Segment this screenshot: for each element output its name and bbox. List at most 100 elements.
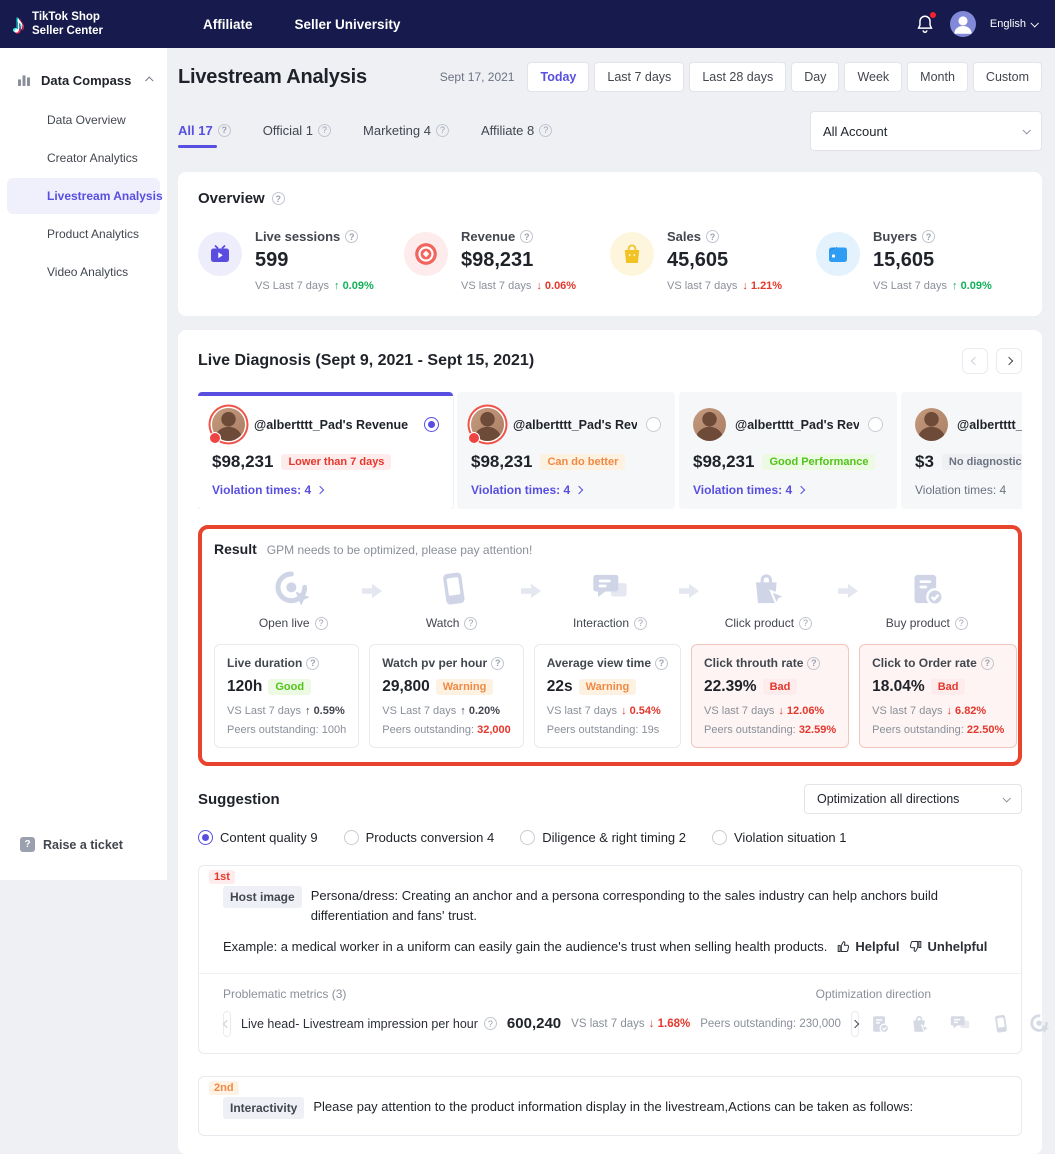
- nav-link-affiliate[interactable]: Affiliate: [203, 17, 253, 32]
- account-select[interactable]: All Account: [810, 111, 1042, 151]
- question-icon[interactable]: ?: [272, 192, 285, 205]
- account-radio[interactable]: [868, 417, 883, 432]
- range-button-last-28-days[interactable]: Last 28 days: [689, 62, 786, 92]
- range-button-last-7-days[interactable]: Last 7 days: [594, 62, 684, 92]
- helpful-button[interactable]: Helpful: [836, 937, 899, 957]
- sidebar-section-data-compass[interactable]: Data Compass: [0, 48, 167, 98]
- tab-marketing[interactable]: Marketing 4 ?: [363, 123, 449, 148]
- top-navbar: ♪ TikTok Shop Seller Center Affiliate Se…: [0, 0, 1055, 48]
- violation-link[interactable]: Violation times: 4: [212, 483, 439, 497]
- question-icon[interactable]: ?: [491, 657, 504, 670]
- status-badge: Good: [268, 679, 311, 695]
- result-subtitle: GPM needs to be optimized, please pay at…: [267, 543, 533, 557]
- question-icon[interactable]: ?: [706, 230, 719, 243]
- diagnosis-account-card-4[interactable]: @albertttt_Pad's Revenue $3 No diagnosti…: [901, 392, 1022, 509]
- question-icon[interactable]: ?: [218, 124, 231, 137]
- change-value: ↑ 0.09%: [334, 280, 374, 292]
- range-button-today[interactable]: Today: [527, 62, 589, 92]
- help-icon: ?: [20, 837, 35, 852]
- sidebar-item-data-overview[interactable]: Data Overview: [7, 102, 160, 138]
- notification-bell-icon[interactable]: [914, 13, 936, 35]
- sidebar-item-product-analytics[interactable]: Product Analytics: [7, 216, 160, 252]
- diagnosis-account-card-2[interactable]: @albertttt_Pad's Revenue $98,231 Can do …: [457, 392, 675, 509]
- range-button-week[interactable]: Week: [844, 62, 902, 92]
- current-date: Sept 17, 2021: [440, 70, 515, 84]
- chevron-down-icon: [1022, 126, 1030, 134]
- tiktok-shop-logo[interactable]: ♪ TikTok Shop Seller Center: [0, 10, 167, 39]
- sales-icon: [610, 232, 654, 276]
- violation-link[interactable]: Violation times: 4: [693, 483, 883, 497]
- question-icon[interactable]: ?: [520, 230, 533, 243]
- chevron-up-icon: [145, 76, 153, 84]
- suggestion-tag: Host image: [223, 886, 302, 908]
- divider: [199, 973, 1021, 974]
- buy-product-icon: [869, 1013, 891, 1035]
- account-revenue: $98,231: [471, 452, 532, 472]
- diagnosis-account-card-1[interactable]: @albertttt_Pad's Revenue $98,231 Lower t…: [198, 392, 453, 509]
- sidebar-item-video-analytics[interactable]: Video Analytics: [7, 254, 160, 290]
- question-icon[interactable]: ?: [955, 617, 968, 630]
- range-button-month[interactable]: Month: [907, 62, 968, 92]
- question-icon[interactable]: ?: [484, 1017, 497, 1030]
- question-icon[interactable]: ?: [539, 124, 552, 137]
- range-button-custom[interactable]: Custom: [973, 62, 1042, 92]
- compare-label: VS Last 7 days: [873, 280, 947, 292]
- user-avatar[interactable]: [950, 11, 976, 37]
- account-radio[interactable]: [646, 417, 661, 432]
- radio-violation-situation[interactable]: Violation situation 1: [712, 830, 847, 845]
- compare-label: VS last 7 days: [704, 705, 774, 717]
- peers-value: 22.50%: [967, 724, 1004, 736]
- range-button-day[interactable]: Day: [791, 62, 839, 92]
- tab-all[interactable]: All 17 ?: [178, 123, 231, 148]
- question-icon[interactable]: ?: [799, 617, 812, 630]
- metric-next-button[interactable]: [851, 1011, 859, 1037]
- question-icon[interactable]: ?: [436, 124, 449, 137]
- radio-diligence-timing[interactable]: Diligence & right timing 2: [520, 830, 686, 845]
- carousel-prev-button[interactable]: [962, 348, 988, 374]
- change-value: ↑ 0.20%: [460, 705, 500, 717]
- question-icon[interactable]: ?: [634, 617, 647, 630]
- radio-products-conversion[interactable]: Products conversion 4: [344, 830, 495, 845]
- optimization-direction-select[interactable]: Optimization all directions: [804, 784, 1022, 814]
- question-icon[interactable]: ?: [922, 230, 935, 243]
- account-radio-selected[interactable]: [424, 417, 439, 432]
- question-icon[interactable]: ?: [807, 657, 820, 670]
- unhelpful-button[interactable]: Unhelpful: [908, 937, 987, 957]
- question-icon[interactable]: ?: [464, 617, 477, 630]
- change-value: ↓ 12.06%: [778, 705, 824, 717]
- tab-official[interactable]: Official 1 ?: [263, 123, 331, 148]
- question-icon[interactable]: ?: [981, 657, 994, 670]
- metric-label: Click throuth rate: [704, 656, 803, 670]
- tab-affiliate[interactable]: Affiliate 8 ?: [481, 123, 552, 148]
- violation-link[interactable]: Violation times: 4: [471, 483, 661, 497]
- metric-prev-button[interactable]: [223, 1011, 231, 1037]
- funnel-step-click-product: Click product?: [689, 569, 847, 630]
- change-value: ↓ 6.82%: [946, 705, 986, 717]
- nav-link-seller-university[interactable]: Seller University: [295, 17, 401, 32]
- notification-dot: [930, 12, 936, 18]
- question-icon[interactable]: ?: [655, 657, 668, 670]
- interaction-icon: [949, 1013, 971, 1035]
- account-name: @albertttt_Pad's Revenue: [513, 418, 637, 432]
- question-icon[interactable]: ?: [345, 230, 358, 243]
- tab-label: Official 1: [263, 123, 313, 138]
- main-content: Livestream Analysis Sept 17, 2021 Today …: [167, 48, 1055, 969]
- metric-value: 22.39%: [704, 678, 757, 696]
- question-icon[interactable]: ?: [318, 124, 331, 137]
- tab-label: All 17: [178, 123, 213, 138]
- optimization-select-value: Optimization all directions: [817, 792, 959, 806]
- question-icon[interactable]: ?: [306, 657, 319, 670]
- metric-label: Click to Order rate: [872, 656, 977, 670]
- question-icon[interactable]: ?: [315, 617, 328, 630]
- sidebar-item-creator-analytics[interactable]: Creator Analytics: [7, 140, 160, 176]
- sidebar-item-livestream-analysis[interactable]: Livestream Analysis: [7, 178, 160, 214]
- account-select-value: All Account: [823, 124, 887, 139]
- carousel-next-button[interactable]: [996, 348, 1022, 374]
- raise-ticket-button[interactable]: ? Raise a ticket: [0, 837, 123, 852]
- radio-content-quality[interactable]: Content quality 9: [198, 830, 318, 845]
- compare-label: VS last 7 days: [872, 705, 942, 717]
- language-selector[interactable]: English: [990, 18, 1037, 30]
- change-percent: 1.68%: [658, 1018, 691, 1030]
- performance-badge: Lower than 7 days: [281, 454, 391, 470]
- diagnosis-account-card-3[interactable]: @albertttt_Pad's Revenue $98,231 Good Pe…: [679, 392, 897, 509]
